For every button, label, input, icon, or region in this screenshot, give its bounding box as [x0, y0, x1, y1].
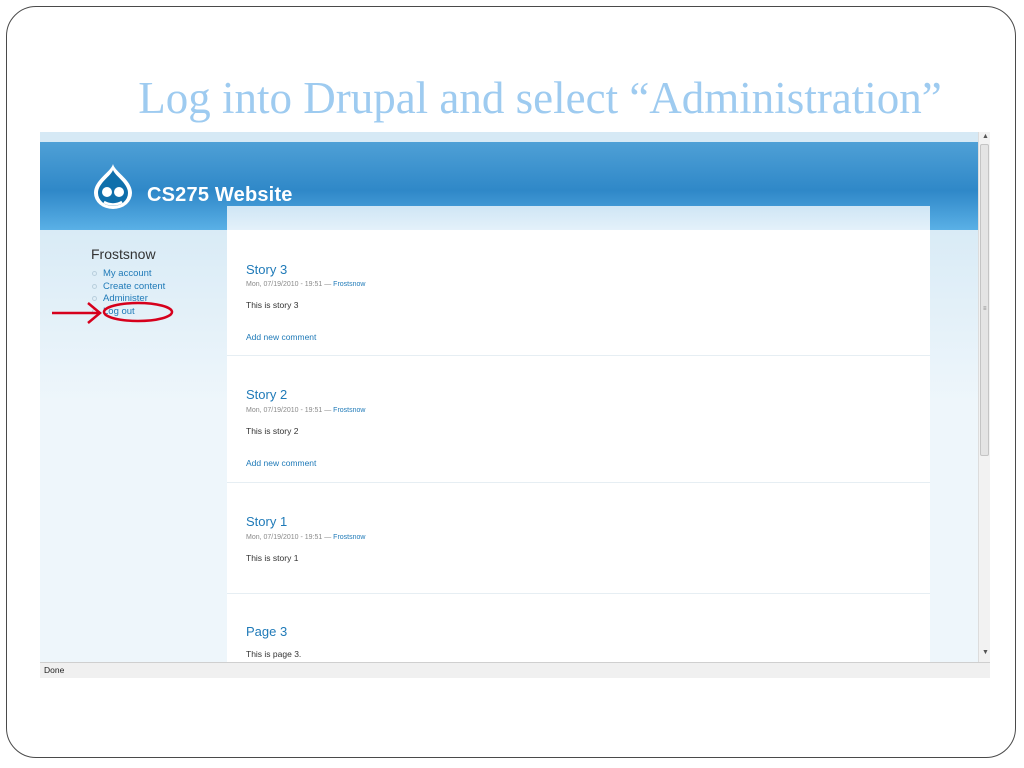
node-submitted: Mon, 07/19/2010 - 19:51 — Frostsnow [246, 281, 365, 288]
status-text: Done [44, 665, 65, 675]
site-name[interactable]: CS275 Website [147, 184, 293, 207]
scroll-up-arrow-icon[interactable]: ▲ [982, 133, 989, 140]
node-date: Mon, 07/19/2010 - 19:51 — [246, 281, 334, 288]
browser-status-bar: Done [40, 662, 990, 678]
header-top-strip [40, 132, 978, 142]
browser-window: CS275 Website Frostsnow My account Creat… [40, 132, 990, 678]
node-author-link[interactable]: Frostsnow [333, 407, 365, 414]
node-body: This is story 1 [246, 553, 299, 563]
add-comment-link[interactable]: Add new comment [246, 332, 316, 342]
node-title[interactable]: Story 3 [246, 262, 287, 277]
node-story-3: Story 3 Mon, 07/19/2010 - 19:51 — Frosts… [227, 230, 930, 356]
main-content: Story 3 Mon, 07/19/2010 - 19:51 — Frosts… [227, 206, 930, 662]
slide-title: Log into Drupal and select “Administrati… [138, 73, 942, 123]
node-story-1: Story 1 Mon, 07/19/2010 - 19:51 — Frosts… [227, 483, 930, 594]
create-content-link[interactable]: Create content [103, 281, 165, 292]
node-author-link[interactable]: Frostsnow [333, 281, 365, 288]
my-account-link[interactable]: My account [103, 268, 152, 279]
node-date: Mon, 07/19/2010 - 19:51 — [246, 407, 334, 414]
node-submitted: Mon, 07/19/2010 - 19:51 — Frostsnow [246, 407, 365, 414]
node-body: This is story 2 [246, 426, 299, 436]
scrollbar-thumb[interactable]: ≡ [980, 144, 989, 456]
annotation-arrow-icon [52, 301, 174, 324]
node-date: Mon, 07/19/2010 - 19:51 — [246, 534, 334, 541]
vertical-scrollbar[interactable]: ▲ ≡ ▼ [978, 132, 990, 662]
drupal-logo-icon[interactable] [92, 162, 134, 210]
node-title[interactable]: Page 3 [246, 624, 287, 639]
node-body: This is story 3 [246, 300, 299, 310]
node-story-2: Story 2 Mon, 07/19/2010 - 19:51 — Frosts… [227, 356, 930, 483]
page-viewport: CS275 Website Frostsnow My account Creat… [40, 132, 978, 662]
node-page-3: Page 3 This is page 3. [227, 594, 930, 662]
node-title[interactable]: Story 1 [246, 514, 287, 529]
scrollbar-grip-icon: ≡ [983, 306, 987, 312]
sidebar-item-create-content: Create content [91, 281, 165, 294]
node-body: This is page 3. [246, 649, 302, 659]
sidebar-item-my-account: My account [91, 268, 165, 281]
node-submitted: Mon, 07/19/2010 - 19:51 — Frostsnow [246, 534, 365, 541]
node-title[interactable]: Story 2 [246, 387, 287, 402]
add-comment-link[interactable]: Add new comment [246, 458, 316, 468]
node-author-link[interactable]: Frostsnow [333, 534, 365, 541]
sidebar-user-name: Frostsnow [91, 246, 156, 262]
scroll-down-arrow-icon[interactable]: ▼ [982, 649, 989, 656]
content-header-bar [227, 206, 930, 230]
